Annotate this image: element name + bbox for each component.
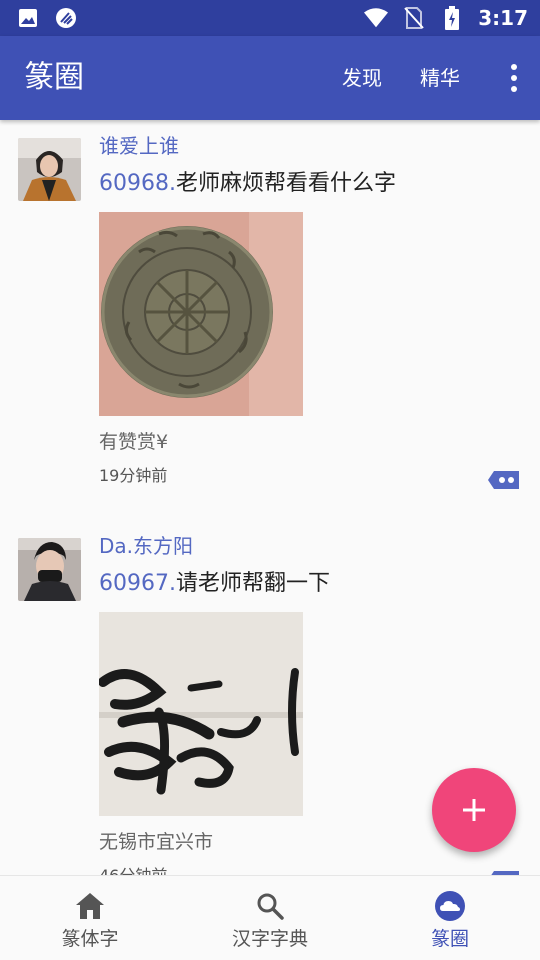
search-icon — [254, 890, 286, 922]
post-note: 有赞赏¥ — [99, 431, 169, 453]
nav-item-seal-characters[interactable]: 篆体字 — [0, 876, 180, 960]
post-author[interactable]: Da.东方阳 — [99, 532, 193, 560]
new-post-button[interactable] — [432, 768, 516, 852]
post-note: 无锡市宜兴市 — [99, 831, 214, 853]
app-bar: 篆圈 发现 精华 — [0, 36, 540, 120]
post-title[interactable]: 60967.请老师帮翻一下 — [99, 568, 330, 600]
wifi-icon — [364, 6, 389, 30]
comment-icon[interactable] — [488, 470, 520, 490]
status-bar: 3:17 — [0, 0, 540, 36]
plus-icon — [463, 799, 485, 821]
post-number: 60967. — [99, 571, 176, 596]
post-number: 60968. — [99, 171, 176, 196]
discover-button[interactable]: 发现 — [342, 62, 382, 94]
page-title: 篆圈 — [24, 60, 84, 95]
avatar[interactable] — [18, 538, 81, 601]
post-feed[interactable]: 谁爱上谁 60968.老师麻烦帮看看什么字 有赞赏¥ 19分钟前 Da.东方阳 … — [0, 120, 540, 875]
featured-button[interactable]: 精华 — [420, 62, 460, 94]
clock: 3:17 — [478, 6, 528, 30]
post-title-text: 请老师帮翻一下 — [175, 571, 330, 596]
more-vert-icon[interactable] — [510, 64, 518, 92]
post-title-text: 老师麻烦帮看看什么字 — [175, 171, 396, 196]
bottom-nav: 篆体字 汉字字典 篆圈 — [0, 875, 540, 960]
app-notification-icon — [54, 6, 78, 30]
cloud-icon — [434, 890, 466, 922]
post-author[interactable]: 谁爱上谁 — [99, 132, 179, 160]
nav-item-dictionary[interactable]: 汉字字典 — [180, 876, 360, 960]
nav-item-circle[interactable]: 篆圈 — [360, 876, 540, 960]
post-time: 19分钟前 — [99, 466, 168, 485]
battery-icon — [440, 6, 464, 30]
nav-item-label: 汉字字典 — [231, 928, 308, 950]
avatar[interactable] — [18, 138, 81, 201]
nav-item-label: 篆圈 — [430, 928, 469, 950]
image-icon — [16, 6, 40, 30]
post-time: 46分钟前 — [99, 864, 167, 875]
no-sim-icon — [402, 6, 426, 30]
post-title[interactable]: 60968.老师麻烦帮看看什么字 — [99, 168, 396, 200]
home-icon — [74, 890, 106, 922]
post-image[interactable] — [99, 212, 303, 416]
post-image[interactable] — [99, 612, 303, 816]
nav-item-label: 篆体字 — [61, 928, 119, 950]
